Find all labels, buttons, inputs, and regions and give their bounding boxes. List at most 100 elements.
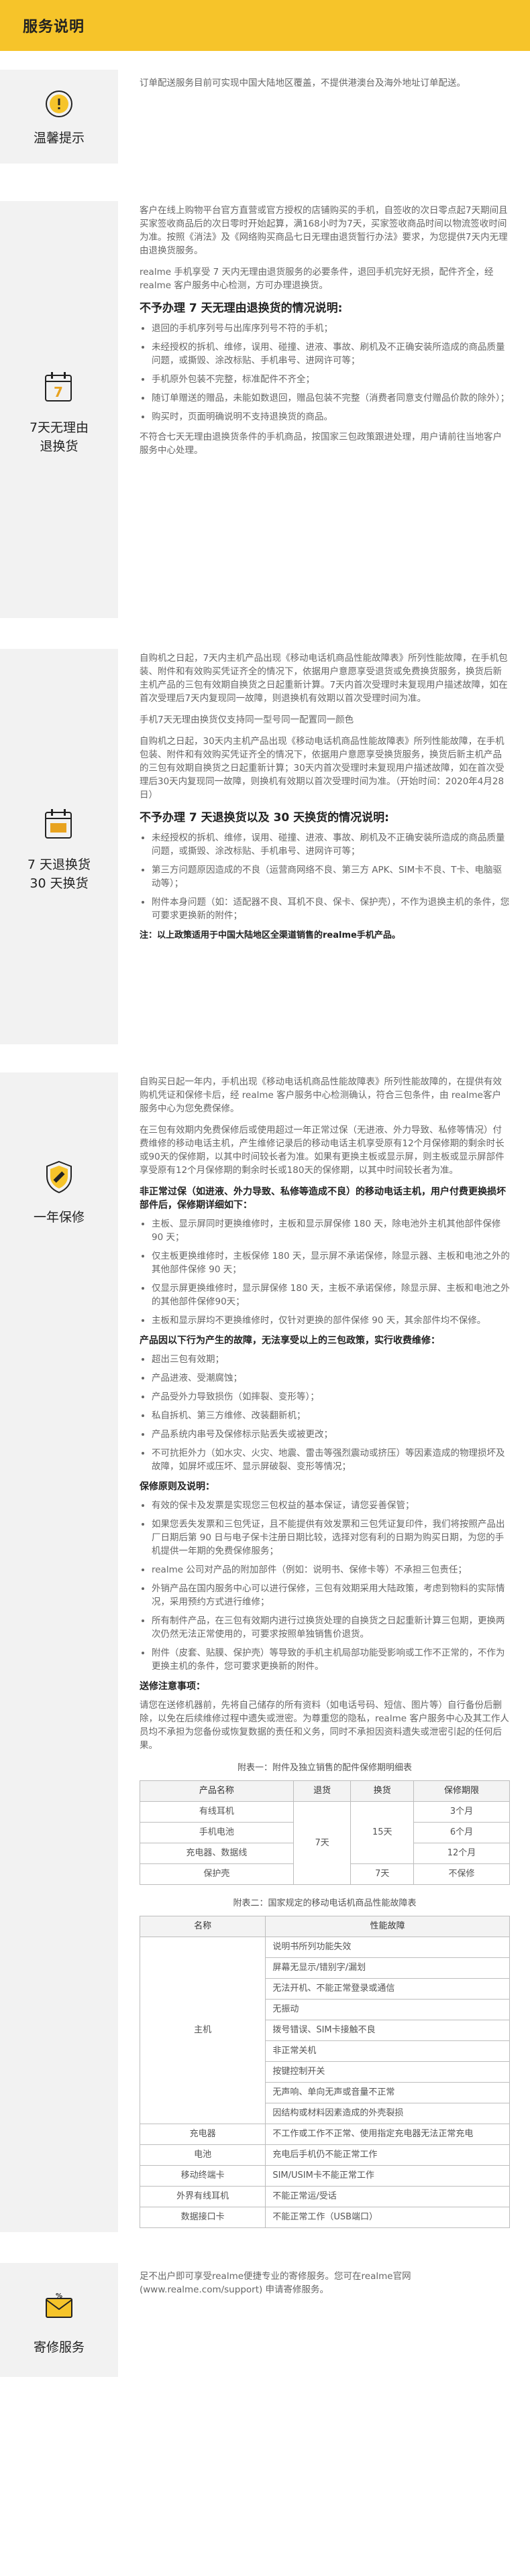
warranty-q3: 保修原则及说明： bbox=[140, 1481, 215, 1492]
table-cell: 无声响、单向无声或音量不正常 bbox=[265, 2082, 510, 2103]
table-cell: 拨号错误、SIM卡接触不良 bbox=[265, 2020, 510, 2041]
section-label: 寄修服务 bbox=[33, 2340, 85, 2355]
exchange-heading: 不予办理 7 天退换货以及 30 天换货的情况说明: bbox=[140, 811, 389, 824]
table-header: 性能故障 bbox=[265, 1916, 510, 1937]
table-cell: 说明书所列功能失效 bbox=[265, 1937, 510, 1958]
table-row: 外界有线耳机 不能正常运/受话 bbox=[139, 2186, 510, 2207]
table-cell: 有线耳机 bbox=[140, 1801, 294, 1823]
list-item: realme 公司对产品的附加部件（例如：说明书、保修卡等）不承担三包责任； bbox=[152, 1563, 510, 1577]
list-item: 如果您丢失发票和三包凭证，且不能提供有效发票和三包凭证复印件，我们将按照产品出厂… bbox=[152, 1518, 510, 1558]
section-content: 订单配送服务目前可实现中国大陆地区覆盖，不提供港澳台及海外地址订单配送。 bbox=[118, 70, 530, 164]
list-item: 私自拆机、第三方维修、改装翻新机； bbox=[152, 1409, 510, 1422]
repair-text: 足不出户即可享受realme便捷专业的寄修服务。您可在realme官网(www.… bbox=[140, 2271, 411, 2295]
section-label: 7 天退换货 30 天换货 bbox=[28, 855, 91, 893]
svg-text:%: % bbox=[56, 2292, 62, 2300]
return7-p1: 客户在线上购物平台官方直营或官方授权的店铺购买的手机，自签收的次日零点起7天期间… bbox=[140, 205, 508, 256]
exchange-note: 注：以上政策适用于中国大陆地区全渠道销售的realme手机产品。 bbox=[140, 930, 401, 940]
table-header: 名称 bbox=[139, 1916, 266, 1937]
section-warranty: 一年保修 自购买日起一年内，手机出现《移动电话机商品性能故障表》所列性能故障的，… bbox=[0, 1072, 530, 2232]
list-item: 产品受外力导致损伤（如摔裂、变形等）； bbox=[152, 1390, 510, 1404]
info-icon bbox=[35, 86, 83, 122]
warranty-q1: 非正常过保（如进液、外力导致、私修等造成不良）的移动电话主机，用户付费更换损坏部… bbox=[140, 1186, 506, 1211]
list-item: 有效的保卡及发票是实现您三包权益的基本保证，请您妥善保管； bbox=[152, 1499, 510, 1512]
table-cell: 15天 bbox=[350, 1801, 415, 1864]
calendar-7-icon: 7 bbox=[35, 363, 83, 412]
list-item: 购买时，页面明确说明不支持退换货的商品。 bbox=[152, 410, 510, 424]
list-item: 不可抗拒外力（如水灾、火灾、地震、雷击等强烈震动或挤压）等因素造成的物理损坏及故… bbox=[152, 1447, 510, 1473]
table-cell: 非正常关机 bbox=[265, 2040, 510, 2062]
section-content: 客户在线上购物平台官方直营或官方授权的店铺购买的手机，自签收的次日零点起7天期间… bbox=[118, 201, 530, 618]
table-cell: SIM/USIM卡不能正常工作 bbox=[265, 2165, 510, 2187]
table-header: 保修期限 bbox=[413, 1780, 510, 1802]
table-cell: 数据接口卡 bbox=[139, 2207, 266, 2228]
exchange-p2: 手机7天无理由换货仅支持同一型号同一配置同一颜色 bbox=[140, 715, 354, 725]
section-tips: 温馨提示 订单配送服务目前可实现中国大陆地区覆盖，不提供港澳台及海外地址订单配送… bbox=[0, 70, 530, 164]
section-label: 一年保修 bbox=[33, 1210, 85, 1225]
table-cell: 无振动 bbox=[265, 1999, 510, 2020]
section-side: 7 天退换货 30 天换货 bbox=[0, 649, 118, 1044]
table-cell: 屏幕无显示/错别字/漏划 bbox=[265, 1957, 510, 1979]
table-cell: 6个月 bbox=[413, 1822, 510, 1843]
list-item: 仅主板更换维修时，主板保修 180 天，显示屏不承诺保修，除显示器、主板和电池之… bbox=[152, 1249, 510, 1276]
list-item: 所有制件产品，在三包有效期内进行过换货处理的自换货之日起重新计算三包期，更换两次… bbox=[152, 1614, 510, 1641]
table-cell: 7天 bbox=[350, 1863, 415, 1885]
table-row: 有线耳机 7天 15天 3个月 bbox=[140, 1801, 510, 1885]
warranty-p1: 自购买日起一年内，手机出现《移动电话机商品性能故障表》所列性能故障的，在提供有效… bbox=[140, 1077, 502, 1114]
table-row: 移动终端卡 SIM/USIM卡不能正常工作 bbox=[139, 2165, 510, 2187]
table-cell: 手机电池 bbox=[140, 1822, 294, 1843]
return7-list: 退回的手机序列号与出库序列号不符的手机； 未经授权的拆机、维修，误用、碰撞、进液… bbox=[140, 322, 510, 424]
table-cell: 3个月 bbox=[413, 1801, 510, 1823]
table-cell: 电池 bbox=[139, 2144, 266, 2166]
mail-percent-icon: % bbox=[35, 2283, 83, 2331]
section-side: 温馨提示 bbox=[0, 70, 118, 164]
header-bar: 服务说明 bbox=[0, 0, 530, 51]
list-item: 附件（皮套、贴膜、保护壳）等导致的手机主机局部功能受影响或工作不正常的，不作为更… bbox=[152, 1646, 510, 1673]
table-cell: 按键控制开关 bbox=[265, 2061, 510, 2083]
svg-text:7: 7 bbox=[54, 384, 63, 400]
section-content: 足不出户即可享受realme便捷专业的寄修服务。您可在realme官网(www.… bbox=[118, 2263, 530, 2377]
table2-caption: 附表二：国家规定的移动电话机商品性能故障表 bbox=[233, 1898, 417, 1908]
list-item: 主板、显示屏同时更换维修时，主板和显示屏保修 180 天，除电池外主机其他部件保… bbox=[152, 1217, 510, 1244]
list-item: 主板和显示屏均不更换维修时，仅针对更换的部件保修 90 天，其余部件均不保修。 bbox=[152, 1314, 510, 1327]
section-content: 自购机之日起，7天内主机产品出现《移动电话机商品性能故障表》所列性能故障，在手机… bbox=[118, 649, 530, 1044]
list-item: 随订单赠送的赠品，未能如数退回，赠品包装不完整（消费者同意支付赠品价款的除外）； bbox=[152, 391, 510, 405]
table-row: 主机 说明书所列功能失效 bbox=[139, 1937, 510, 2124]
list-item: 外销产品在国内服务中心可以进行保修，三包有效期采用大陆政策，考虑到物料的实际情况… bbox=[152, 1582, 510, 1609]
table-cell: 7天 bbox=[293, 1801, 352, 1885]
table-row: 数据接口卡 不能正常工作（USB端口） bbox=[139, 2207, 510, 2228]
section-return7: 7 7天无理由退换货 客户在线上购物平台官方直营或官方授权的店铺购买的手机，自签… bbox=[0, 201, 530, 618]
list-item: 仅显示屏更换维修时，显示屏保修 180 天，主板不承诺保修，除显示屏、主板和电池… bbox=[152, 1282, 510, 1308]
list-item: 第三方问题原因造成的不良（运营商网络不良、第三方 APK、SIM卡不良、T卡、电… bbox=[152, 863, 510, 890]
table-row: 充电器 不工作或工作不正常、使用指定充电器无法正常充电 bbox=[139, 2124, 510, 2145]
list-item: 退回的手机序列号与出库序列号不符的手机； bbox=[152, 322, 510, 335]
return7-heading: 不予办理 7 天无理由退换货的情况说明: bbox=[140, 302, 343, 315]
table-cell: 不能正常运/受话 bbox=[265, 2186, 510, 2207]
warranty-q4-text: 请您在送修机器前，先将自己储存的所有资料（如电话号码、短信、图片等）自行备份后删… bbox=[140, 1700, 509, 1751]
section-label: 7天无理由退换货 bbox=[29, 420, 89, 454]
list-item: 产品系统内串号及保修标示贴丢失或被更改； bbox=[152, 1428, 510, 1441]
exchange-list: 未经授权的拆机、维修，误用、碰撞、进液、事故、刷机及不正确安装所造成的商品质量问… bbox=[140, 831, 510, 922]
section-side: 一年保修 bbox=[0, 1072, 118, 2232]
list-item: 附件本身问题（如：适配器不良、耳机不良、保卡、保护壳），不作为退换主机的条件，您… bbox=[152, 896, 510, 922]
section-side: 7 7天无理由退换货 bbox=[0, 201, 118, 618]
warranty-p2: 在三包有效期内免费保修后或使用超过一年正常过保（无进液、外力导致、私修等情况）付… bbox=[140, 1125, 505, 1176]
section-side: % 寄修服务 bbox=[0, 2263, 118, 2377]
warranty-q2: 产品因以下行为产生的故障，无法享受以上的三包政策，实行收费维修： bbox=[140, 1335, 440, 1346]
section-label: 温馨提示 bbox=[33, 131, 85, 145]
table1-caption: 附表一：附件及独立销售的配件保修期明细表 bbox=[237, 1763, 412, 1773]
fault-table: 名称 性能故障 主机 说明书所列功能失效 屏幕无显示/错别字/漏划 无法开机、不… bbox=[139, 1916, 510, 2228]
section-content: 自购买日起一年内，手机出现《移动电话机商品性能故障表》所列性能故障的，在提供有效… bbox=[118, 1072, 530, 2232]
table-header-row: 名称 性能故障 bbox=[139, 1916, 510, 1937]
return7-p2: realme 手机享受 7 天内无理由退货服务的必要条件，退回手机完好无损，配件… bbox=[140, 267, 494, 291]
table-cell: 不保修 bbox=[413, 1863, 510, 1885]
section-repair: % 寄修服务 足不出户即可享受realme便捷专业的寄修服务。您可在realme… bbox=[0, 2263, 530, 2377]
calendar-30-icon bbox=[35, 800, 83, 849]
section-label-line2: 30 天换货 bbox=[30, 876, 89, 891]
warranty-q3-list: 有效的保卡及发票是实现您三包权益的基本保证，请您妥善保管； 如果您丢失发票和三包… bbox=[140, 1499, 510, 1673]
table-header-row: 产品名称 退货 换货 保修期限 bbox=[140, 1780, 510, 1802]
table-cell: 主机 bbox=[139, 1937, 266, 2124]
table-cell: 不工作或工作不正常、使用指定充电器无法正常充电 bbox=[265, 2124, 510, 2145]
list-item: 未经授权的拆机、维修，误用、碰撞、进液、事故、刷机及不正确安装所造成的商品质量问… bbox=[152, 831, 510, 858]
page: 服务说明 温馨提示 订单配送服务目前可实现中国大陆地区覆盖，不提供港澳台及海外地… bbox=[0, 0, 530, 2576]
warranty-q2-list: 超出三包有效期； 产品进液、受潮腐蚀； 产品受外力导致损伤（如摔裂、变形等）； … bbox=[140, 1353, 510, 1473]
